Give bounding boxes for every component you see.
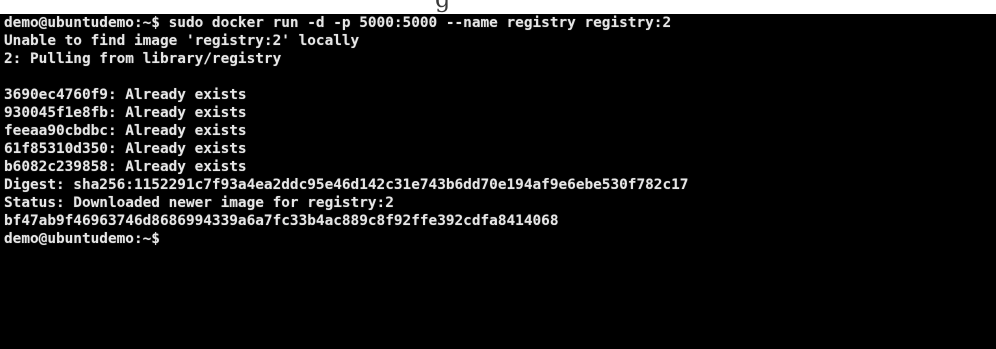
- cropped-heading-text: g: [435, 0, 450, 11]
- terminal-prompt-line[interactable]: demo@ubuntudemo:~$: [4, 230, 688, 248]
- terminal-prompt: demo@ubuntudemo:~$: [4, 231, 160, 247]
- terminal-line-layer: feeaa90cbdbc: Already exists: [4, 123, 247, 139]
- terminal-output: demo@ubuntudemo:~$ sudo docker run -d -p…: [4, 14, 688, 248]
- terminal-line-command: demo@ubuntudemo:~$ sudo docker run -d -p…: [4, 15, 672, 31]
- top-cropped-strip: g: [0, 0, 996, 14]
- terminal-line-digest: Digest: sha256:1152291c7f93a4ea2ddc95e46…: [4, 177, 689, 193]
- terminal-line-container-id: bf47ab9f46963746d8686994339a6a7fc33b4ac8…: [4, 213, 559, 229]
- terminal-line-blank: [4, 68, 688, 86]
- terminal-cursor[interactable]: [160, 232, 169, 246]
- terminal-line-pulling: 2: Pulling from library/registry: [4, 51, 282, 67]
- terminal-line-layer: 930045f1e8fb: Already exists: [4, 105, 247, 121]
- terminal-line-status: Status: Downloaded newer image for regis…: [4, 195, 394, 211]
- terminal-line-layer: b6082c239858: Already exists: [4, 159, 247, 175]
- screenshot-page: g demo@ubuntudemo:~$ sudo docker run -d …: [0, 0, 996, 349]
- terminal-line-layer: 3690ec4760f9: Already exists: [4, 87, 247, 103]
- terminal-line-not-found: Unable to find image 'registry:2' locall…: [4, 33, 360, 49]
- terminal-line-layer: 61f85310d350: Already exists: [4, 141, 247, 157]
- terminal-window[interactable]: demo@ubuntudemo:~$ sudo docker run -d -p…: [0, 14, 996, 349]
